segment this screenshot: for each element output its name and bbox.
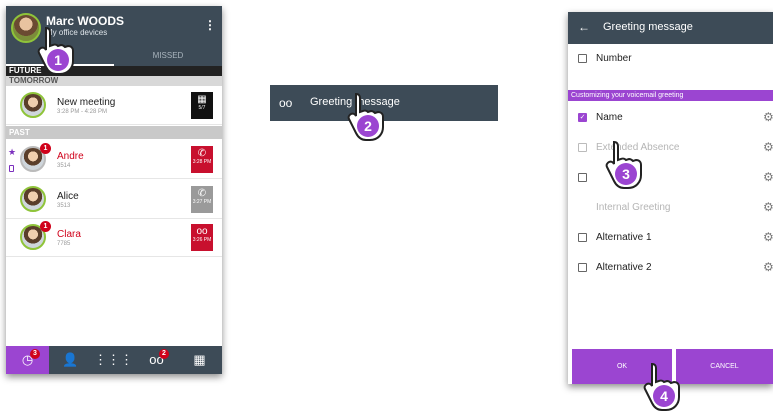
- contact-number: 3513: [57, 203, 71, 209]
- avatar: [20, 186, 46, 212]
- gear-icon[interactable]: ⚙: [763, 170, 773, 184]
- option-label: Name: [596, 112, 623, 123]
- section-header: Customizing your voicemail greeting: [568, 90, 773, 101]
- step-1-hand-icon: 1: [34, 24, 78, 76]
- voicemail-icon[interactable]: oo 3:26 PM: [191, 224, 213, 251]
- unread-badge: 1: [40, 221, 51, 232]
- voicemail-tab-icon[interactable]: oo 2: [135, 346, 178, 374]
- gear-icon[interactable]: ⚙: [763, 200, 773, 214]
- outgoing-call-icon[interactable]: ✆ 3:27 PM: [191, 186, 213, 213]
- calendar-icon[interactable]: ▦ 5/7: [191, 92, 213, 119]
- meeting-row[interactable]: New meeting 3:28 PM - 4:28 PM ▦ 5/7: [6, 88, 222, 125]
- option-label: Number: [596, 53, 632, 64]
- meeting-title: New meeting: [57, 97, 116, 108]
- dialpad-tab-icon[interactable]: ⋮⋮⋮: [92, 346, 135, 374]
- gear-icon[interactable]: ⚙: [763, 110, 773, 124]
- option-label: Alternative 2: [596, 262, 652, 273]
- section-past: PAST: [6, 126, 222, 139]
- more-tab-icon[interactable]: ▦: [178, 346, 221, 374]
- call-time: 3:28 PM: [192, 159, 212, 165]
- step-number: 4: [660, 388, 668, 404]
- missed-call-icon[interactable]: ✆ 3:28 PM: [191, 146, 213, 173]
- call-time: 3:27 PM: [192, 199, 212, 205]
- contact-name: Clara: [57, 229, 81, 240]
- contact-row-clara[interactable]: 1 Clara 7785 oo 3:26 PM: [6, 220, 222, 257]
- option-alternative-1[interactable]: Alternative 1 ⚙: [568, 223, 773, 253]
- voicemail-icon: oo: [279, 96, 293, 110]
- history-tab-icon[interactable]: ◷ 3: [6, 346, 49, 374]
- contact-number: 3514: [57, 163, 71, 169]
- unread-badge: 1: [40, 143, 51, 154]
- history-badge: 3: [30, 349, 40, 359]
- contact-name: Andre: [57, 151, 84, 162]
- call-time: 3:26 PM: [192, 237, 212, 243]
- option-label: Alternative 1: [596, 232, 652, 243]
- checkbox-icon[interactable]: [578, 173, 587, 182]
- gear-icon[interactable]: ⚙: [763, 230, 773, 244]
- checkbox-icon[interactable]: [578, 263, 587, 272]
- meeting-time: 3:28 PM - 4:28 PM: [57, 109, 108, 115]
- step-3-hand-icon: 3: [602, 138, 646, 190]
- step-4-hand-icon: 4: [640, 360, 684, 412]
- gear-icon[interactable]: ⚙: [763, 140, 773, 154]
- tab-missed[interactable]: MISSED: [114, 46, 222, 66]
- mobile-device-icon: [9, 165, 14, 172]
- step-number: 1: [54, 52, 62, 68]
- contacts-tab-icon[interactable]: 👤: [49, 346, 92, 374]
- option-extended-absence[interactable]: Extended Absence ⚙: [568, 133, 773, 163]
- checkbox-icon[interactable]: [578, 233, 587, 242]
- avatar: [20, 92, 46, 118]
- checkbox-icon[interactable]: [578, 54, 587, 63]
- bottom-nav: ◷ 3 👤 ⋮⋮⋮ oo 2 ▦: [6, 346, 222, 374]
- dialog-header: ← Greeting message: [568, 12, 773, 44]
- subsection-tomorrow: TOMORROW: [6, 76, 222, 86]
- option-number[interactable]: Number: [568, 44, 773, 74]
- gear-icon[interactable]: ⚙: [763, 260, 773, 274]
- step-number: 2: [364, 118, 372, 134]
- contact-row-alice[interactable]: Alice 3513 ✆ 3:27 PM: [6, 182, 222, 219]
- favorite-star-icon: ★: [8, 147, 17, 157]
- option-label: Internal Greeting: [596, 202, 671, 213]
- step-number: 3: [622, 166, 630, 182]
- voicemail-badge: 2: [159, 349, 169, 359]
- checkbox-icon[interactable]: [578, 143, 587, 152]
- meeting-date: 5/7: [198, 105, 206, 111]
- overflow-menu-icon[interactable]: ⋮: [204, 18, 216, 32]
- checkbox-checked-icon[interactable]: ✓: [578, 113, 587, 122]
- contact-name: Alice: [57, 191, 79, 202]
- tutorial-stage: Marc WOODS My office devices ⋮ MISSED FU…: [0, 0, 773, 415]
- option-internal-greeting[interactable]: Internal Greeting ⚙: [568, 193, 773, 223]
- greeting-dialog: ← Greeting message Number Customizing yo…: [568, 12, 773, 384]
- option-alternative-2[interactable]: Alternative 2 ⚙: [568, 253, 773, 283]
- option-name[interactable]: ✓ Name ⚙: [568, 103, 773, 133]
- back-arrow-icon[interactable]: ←: [578, 20, 590, 34]
- option-greeting[interactable]: ⚙: [568, 163, 773, 193]
- contact-number: 7785: [57, 241, 71, 247]
- step-2-hand-icon: 2: [344, 90, 388, 142]
- cancel-button[interactable]: CANCEL: [676, 349, 773, 384]
- dialog-title: Greeting message: [603, 21, 693, 33]
- contact-row-andre[interactable]: ★ 1 Andre 3514 ✆ 3:28 PM: [6, 142, 222, 179]
